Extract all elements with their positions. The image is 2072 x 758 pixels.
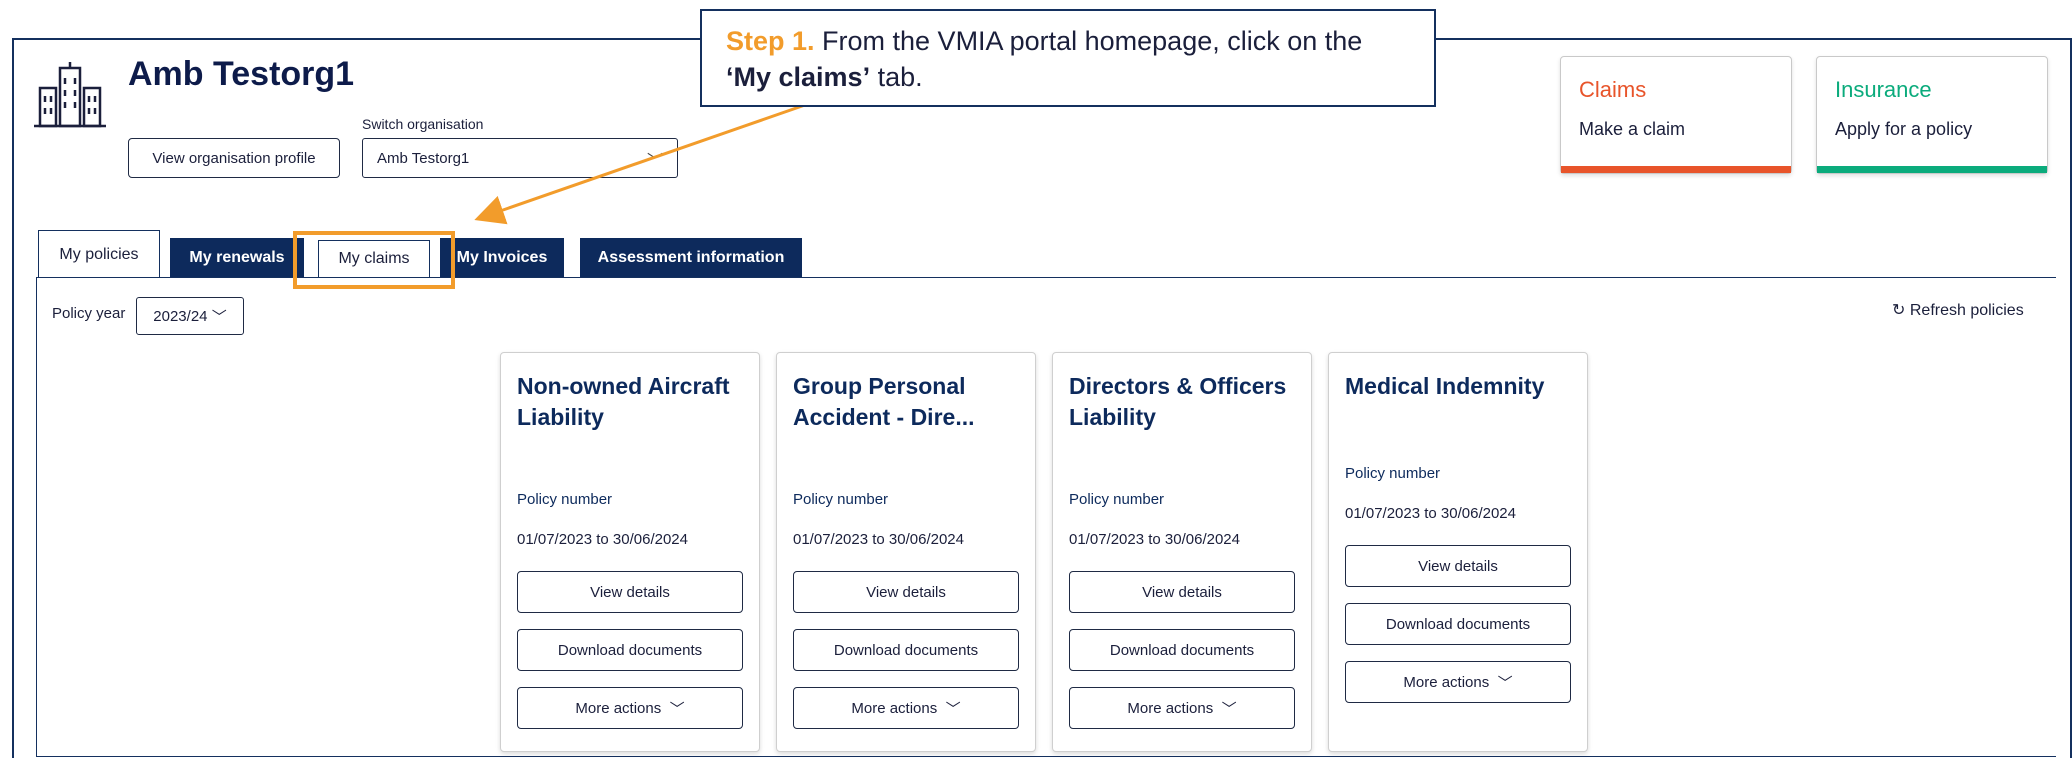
callout-text-before: From the VMIA portal homepage, click on … [814,26,1363,56]
callout-step: Step 1. [726,26,815,56]
callout-emphasis: ‘My claims’ [726,62,871,92]
callout-arrow [474,103,806,225]
instruction-callout: Step 1. From the VMIA portal homepage, c… [700,9,1436,107]
callout-text-after: tab. [870,62,923,92]
